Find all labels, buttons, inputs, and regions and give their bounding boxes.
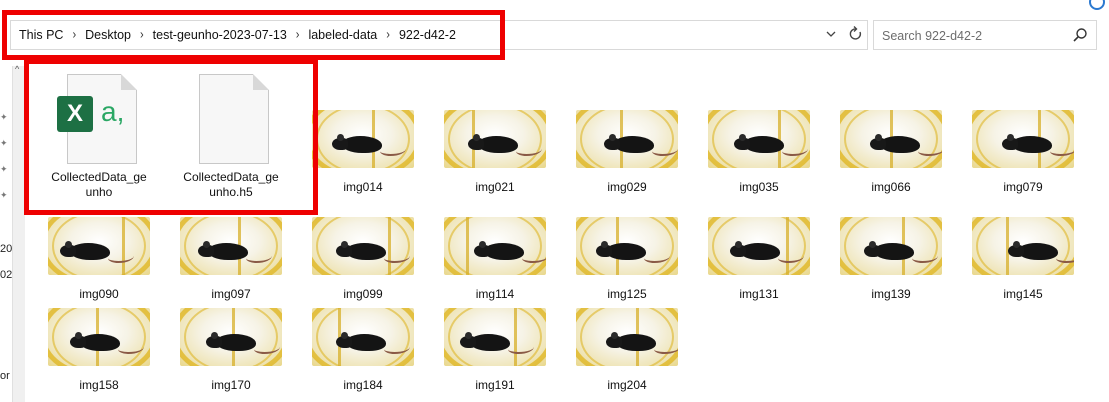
file-item-image[interactable]: img191 [436,308,554,393]
scroll-up-arrow-icon[interactable]: ^ [15,64,19,74]
file-name: CollectedData_ge unho [51,170,147,199]
image-thumbnail [180,308,282,366]
file-item-image[interactable]: img099 [304,217,422,302]
file-name: img021 [475,180,515,194]
image-thumbnail [708,217,810,275]
help-icon[interactable] [1089,0,1105,10]
image-thumbnail [444,308,546,366]
breadcrumb-separator-icon[interactable]: › [386,28,390,42]
search-box[interactable] [873,20,1097,50]
search-icon[interactable] [1072,27,1088,43]
file-name: img090 [79,287,119,301]
image-thumbnail [576,110,678,168]
file-item-image[interactable]: img021 [436,110,554,195]
file-item-image[interactable]: img139 [832,217,950,302]
file-item-image[interactable]: img170 [172,308,290,393]
pin-icon: ✦ [0,138,8,148]
file-item-image[interactable]: img029 [568,110,686,195]
breadcrumb-desktop[interactable]: Desktop [85,28,131,42]
file-name: img029 [607,180,647,194]
nav-scrollbar[interactable] [12,66,25,402]
file-item-collecteddata-csv[interactable]: X a, CollectedData_ge unho [40,70,158,200]
file-item-image[interactable]: img090 [40,217,158,302]
file-name: img145 [1003,287,1043,301]
file-name: img204 [607,378,647,392]
image-thumbnail [576,308,678,366]
file-item-image[interactable]: img014 [304,110,422,195]
image-thumbnail [708,110,810,168]
file-item-image[interactable]: img184 [304,308,422,393]
address-bar[interactable]: This PC › Desktop › test-geunho-2023-07-… [10,20,868,50]
image-thumbnail [180,217,282,275]
blank-file-icon [189,70,273,166]
file-item-image[interactable]: img097 [172,217,290,302]
file-name: img114 [475,287,515,301]
file-item-image[interactable]: img079 [964,110,1082,195]
breadcrumb-current-folder[interactable]: 922-d42-2 [399,28,456,42]
file-name: img079 [1003,180,1043,194]
file-name: img170 [211,378,251,392]
file-item-image[interactable]: img125 [568,217,686,302]
breadcrumb-this-pc[interactable]: This PC [19,28,63,42]
file-name: img184 [343,378,383,392]
breadcrumb-separator-icon[interactable]: › [296,28,300,42]
file-item-image[interactable]: img145 [964,217,1082,302]
breadcrumb-separator-icon[interactable]: › [140,28,144,42]
file-item-image[interactable]: img131 [700,217,818,302]
file-name: img035 [739,180,779,194]
file-item-image[interactable]: img114 [436,217,554,302]
breadcrumb-test-folder[interactable]: test-geunho-2023-07-13 [153,28,287,42]
excel-csv-file-icon: X a, [57,70,141,166]
nav-item-partial[interactable]: 20 [0,243,12,255]
pin-icon: ✦ [0,112,8,122]
image-thumbnail [312,217,414,275]
file-name: img158 [79,378,119,392]
file-name: img066 [871,180,911,194]
file-item-image[interactable]: img204 [568,308,686,393]
ribbon-strip [0,0,1109,14]
breadcrumb-labeled-data[interactable]: labeled-data [308,28,377,42]
search-input[interactable] [880,25,1064,47]
image-thumbnail [312,110,414,168]
file-item-collecteddata-h5[interactable]: CollectedData_ge unho.h5 [172,70,290,200]
image-thumbnail [972,217,1074,275]
chevron-down-icon[interactable] [826,27,836,41]
pin-icon: ✦ [0,164,8,174]
breadcrumb: This PC › Desktop › test-geunho-2023-07-… [19,21,456,49]
image-thumbnail [840,217,942,275]
image-thumbnail [312,308,414,366]
file-item-image[interactable]: img158 [40,308,158,393]
file-name: img014 [343,180,383,194]
image-thumbnail [444,110,546,168]
image-thumbnail [444,217,546,275]
image-thumbnail [840,110,942,168]
file-name: img139 [871,287,911,301]
file-name: img131 [739,287,779,301]
image-thumbnail [48,308,150,366]
breadcrumb-separator-icon[interactable]: › [72,28,76,42]
pin-icon: ✦ [0,190,8,200]
nav-item-partial[interactable]: or [0,370,10,382]
file-name: img097 [211,287,251,301]
image-thumbnail [48,217,150,275]
file-list: X a, CollectedData_ge unho CollectedData… [40,60,1109,402]
refresh-icon[interactable] [847,24,865,44]
file-name: img191 [475,378,515,392]
nav-item-partial[interactable]: 02 [0,269,12,281]
file-item-image[interactable]: img066 [832,110,950,195]
image-thumbnail [972,110,1074,168]
file-name: img125 [607,287,647,301]
file-name: CollectedData_ge unho.h5 [183,170,279,199]
file-name: img099 [343,287,383,301]
file-item-image[interactable]: img035 [700,110,818,195]
image-thumbnail [576,217,678,275]
